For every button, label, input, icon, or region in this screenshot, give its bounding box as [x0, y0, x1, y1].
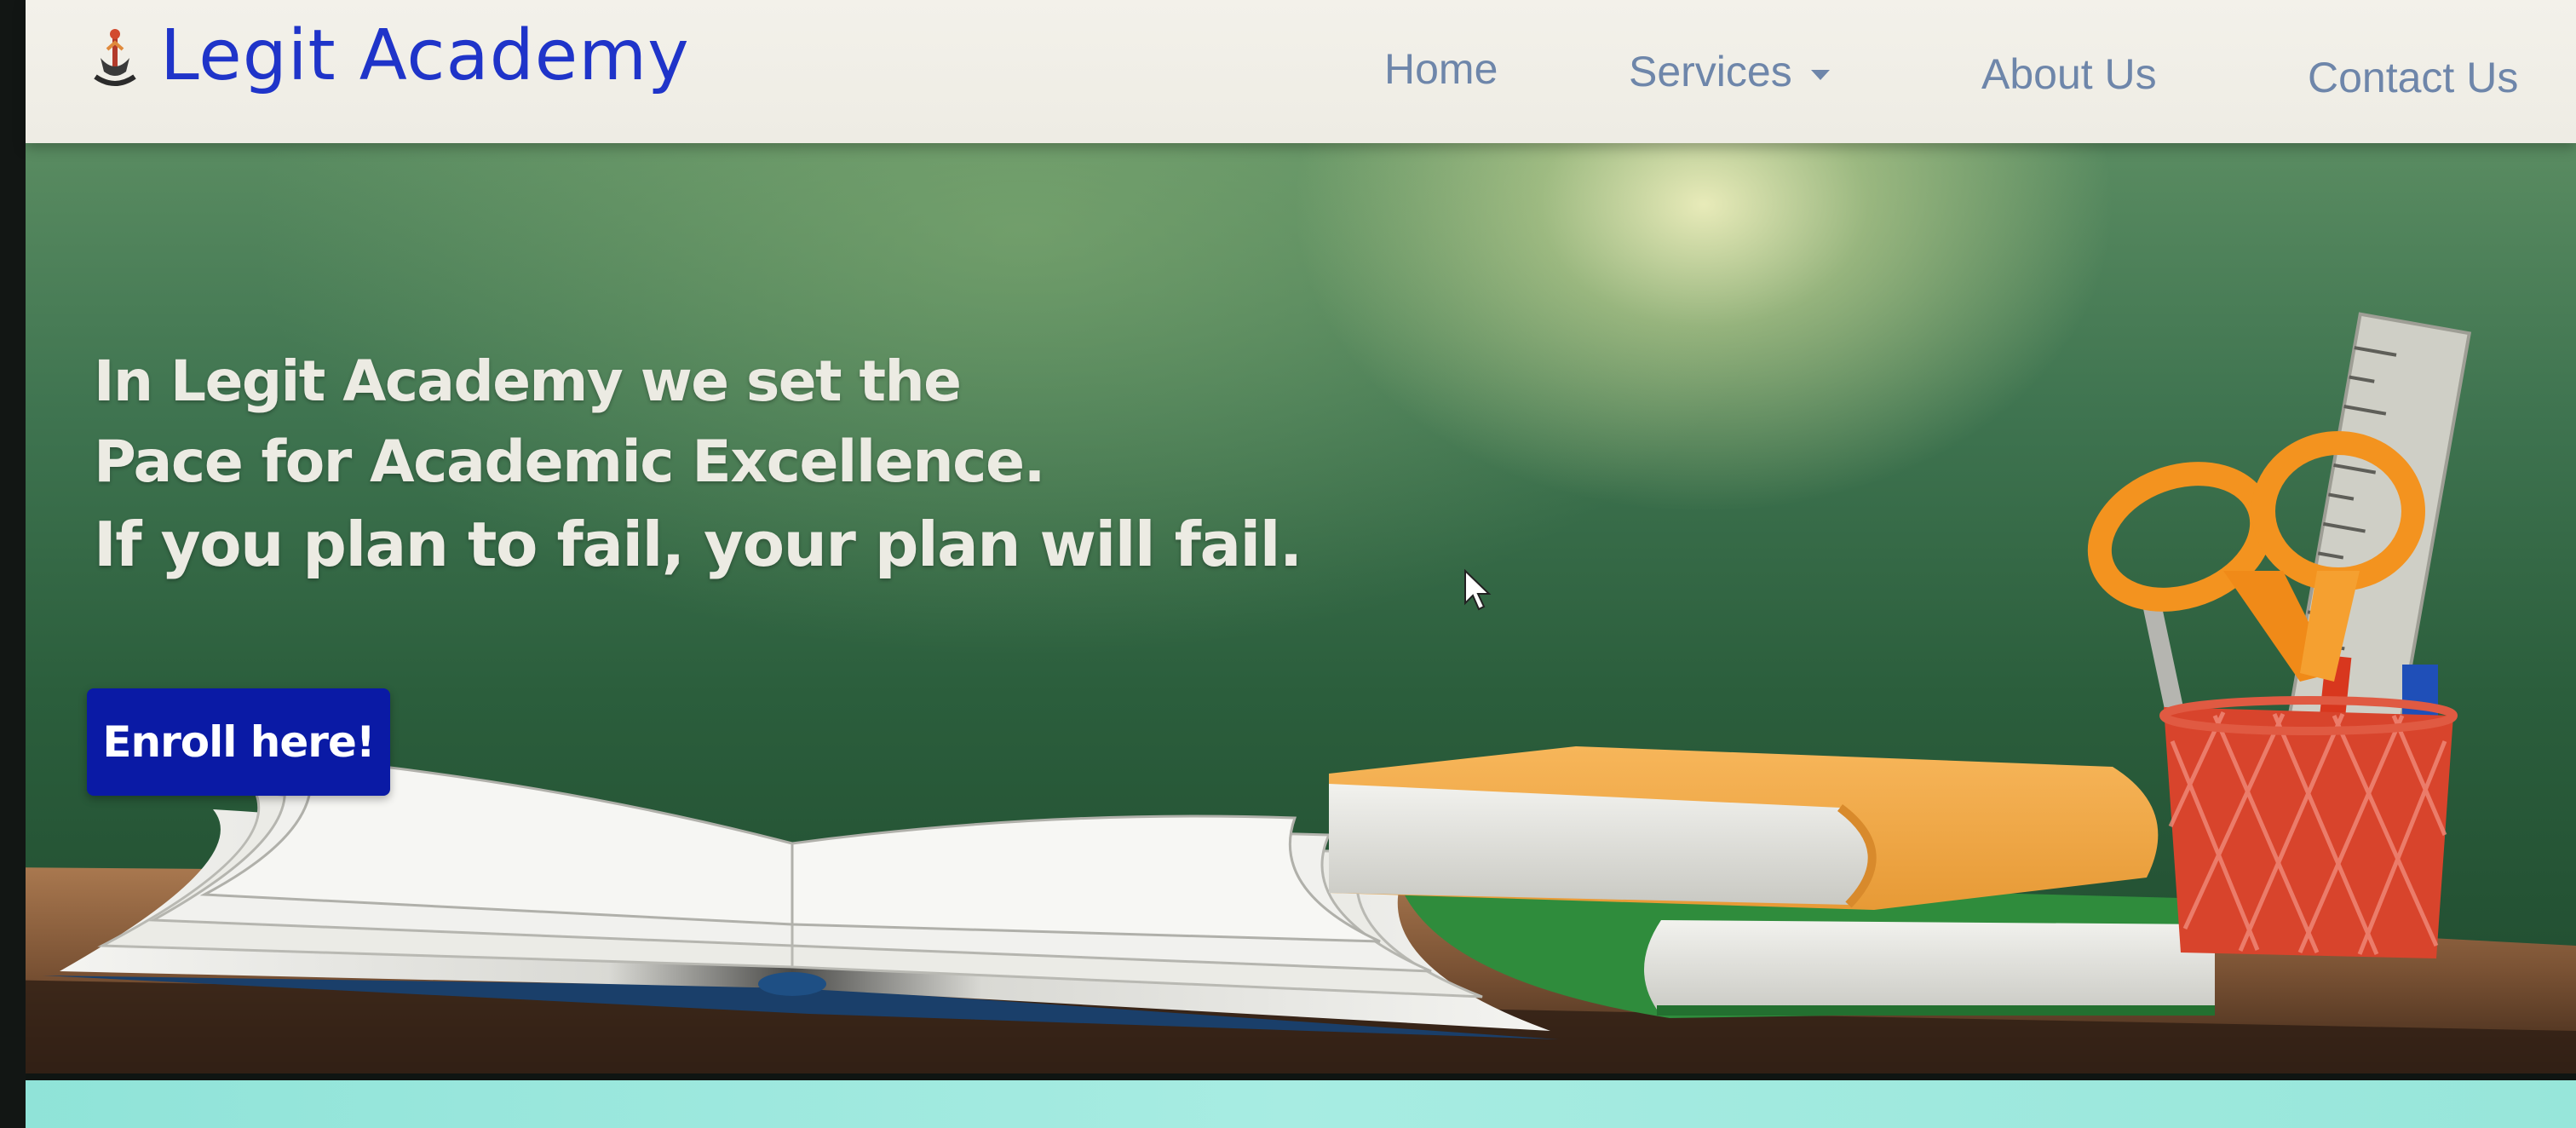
- nav-about-link[interactable]: About Us: [1981, 49, 2157, 99]
- enroll-button[interactable]: Enroll here!: [87, 688, 390, 796]
- next-section-strip: [0, 1080, 2576, 1128]
- mouse-pointer-icon: [1464, 569, 1492, 611]
- nav-services-label: Services: [1629, 48, 1792, 95]
- academy-logo-icon[interactable]: [85, 24, 145, 92]
- brand-name[interactable]: Legit Academy: [160, 15, 690, 96]
- hero-banner: In Legit Academy we set the Pace for Aca…: [0, 128, 2576, 1073]
- screen-bezel: [0, 0, 26, 1128]
- hero-line-1: In Legit Academy we set the: [94, 348, 962, 414]
- caret-down-icon: [1810, 69, 1830, 80]
- nav-home-link[interactable]: Home: [1384, 44, 1498, 94]
- hero-line-3: If you plan to fail, your plan will fail…: [94, 509, 1302, 580]
- hero-illustration: [0, 312, 2576, 1073]
- top-navbar: Legit Academy Home Services About Us Con…: [26, 0, 2576, 143]
- hero-line-2: Pace for Academic Excellence.: [94, 429, 1045, 496]
- nav-contact-link[interactable]: Contact Us: [2308, 53, 2518, 102]
- hero-tagline: In Legit Academy we set the Pace for Aca…: [94, 348, 1302, 580]
- nav-services-dropdown[interactable]: Services: [1629, 47, 1830, 96]
